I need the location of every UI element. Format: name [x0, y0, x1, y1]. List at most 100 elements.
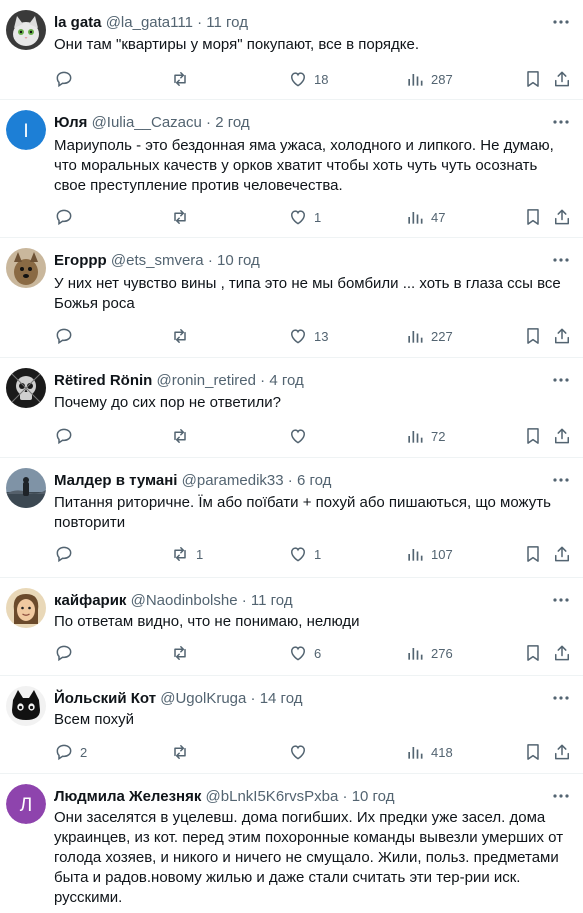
author-name[interactable]: Людмила Железняк — [54, 788, 201, 805]
bookmark-button[interactable] — [523, 205, 543, 229]
more-icon[interactable] — [551, 252, 571, 268]
share-icon — [552, 544, 572, 564]
author-name[interactable]: la gata — [54, 14, 102, 31]
author-handle[interactable]: @ronin_retired — [157, 372, 256, 389]
author-name[interactable]: Егорpp — [54, 252, 107, 269]
tweet-text: Питання риторичне. Їм або поїбати + поху… — [54, 494, 551, 531]
author-name[interactable]: Йольский Кот — [54, 690, 156, 707]
views-button[interactable]: 72 — [405, 424, 445, 448]
share-button[interactable] — [552, 641, 572, 665]
more-icon[interactable] — [551, 788, 571, 804]
reply-button[interactable] — [54, 641, 80, 665]
tweet[interactable]: Малдер в тумані @paramedik33 · 6 год Пита… — [0, 458, 583, 578]
like-button[interactable]: 18 — [288, 67, 328, 91]
tweet[interactable]: Л Людмила Железняк @bLnkI5K6rvsPxba · 10 … — [0, 774, 583, 913]
share-button[interactable] — [552, 424, 572, 448]
bookmark-button[interactable] — [523, 542, 543, 566]
tweet[interactable]: la gata @la_gata111 · 11 год Они там "ква… — [0, 0, 583, 100]
bookmark-button[interactable] — [523, 67, 543, 91]
avatar[interactable]: Л — [6, 784, 46, 824]
views-button[interactable]: 47 — [405, 205, 445, 229]
reply-button[interactable] — [54, 324, 80, 348]
avatar[interactable] — [6, 10, 46, 50]
avatar[interactable] — [6, 368, 46, 408]
tweet-actions: 1 1 107 — [0, 542, 583, 566]
tweet[interactable]: Егорpp @ets_smvera · 10 год У них нет чув… — [0, 238, 583, 358]
author-handle[interactable]: @Iulia__Cazacu — [92, 114, 202, 131]
more-icon[interactable] — [551, 592, 571, 608]
share-button[interactable] — [552, 324, 572, 348]
reply-button[interactable] — [54, 424, 80, 448]
views-button[interactable]: 418 — [405, 740, 453, 764]
like-button[interactable]: 13 — [288, 324, 328, 348]
retweet-button[interactable] — [170, 641, 196, 665]
author-name[interactable]: кайфарик — [54, 592, 126, 609]
retweet-button[interactable] — [170, 324, 196, 348]
share-button[interactable] — [552, 740, 572, 764]
more-icon[interactable] — [551, 690, 571, 706]
tweet-text: Мариуполь - это бездонная яма ужаса, хол… — [54, 137, 554, 194]
bookmark-button[interactable] — [523, 641, 543, 665]
like-button[interactable]: 1 — [288, 205, 321, 229]
reply-button[interactable] — [54, 542, 80, 566]
avatar[interactable] — [6, 686, 46, 726]
avatar[interactable] — [6, 588, 46, 628]
replies-feed: la gata @la_gata111 · 11 год Они там "ква… — [0, 0, 583, 913]
like-button[interactable]: 6 — [288, 641, 321, 665]
author-handle[interactable]: @ets_smvera — [111, 252, 204, 269]
separator-dot: · — [201, 114, 216, 131]
views-button[interactable]: 227 — [405, 324, 453, 348]
author-name[interactable]: Малдер в тумані — [54, 472, 177, 489]
retweet-button[interactable]: 1 — [170, 542, 203, 566]
timestamp[interactable]: 10 год — [352, 788, 395, 805]
tweet[interactable]: Rëtired Rönin @ronin_retired · 4 год Поче… — [0, 358, 583, 458]
like-button[interactable] — [288, 740, 314, 764]
retweet-button[interactable] — [170, 740, 196, 764]
tweet[interactable]: Йольский Кот @UgolKruga · 14 год Всем пох… — [0, 676, 583, 774]
avatar[interactable] — [6, 248, 46, 288]
like-button[interactable]: 1 — [288, 542, 321, 566]
author-name[interactable]: Rëtired Rönin — [54, 372, 152, 389]
retweet-button[interactable] — [170, 67, 196, 91]
views-button[interactable]: 276 — [405, 641, 453, 665]
tweet[interactable]: I Юля @Iulia__Cazacu · 2 год Мариуполь - э… — [0, 100, 583, 238]
retweet-button[interactable] — [170, 424, 196, 448]
reply-button[interactable] — [54, 205, 80, 229]
more-icon[interactable] — [551, 14, 571, 30]
retweet-button[interactable] — [170, 205, 196, 229]
share-button[interactable] — [552, 67, 572, 91]
like-icon — [288, 69, 308, 89]
bookmark-button[interactable] — [523, 424, 543, 448]
reply-button[interactable]: 2 — [54, 740, 87, 764]
author-name[interactable]: Юля — [54, 114, 87, 131]
avatar[interactable] — [6, 468, 46, 508]
more-icon[interactable] — [551, 114, 571, 130]
reply-button[interactable] — [54, 67, 80, 91]
timestamp[interactable]: 10 год — [217, 252, 260, 269]
timestamp[interactable]: 11 год — [206, 14, 248, 31]
more-icon[interactable] — [551, 472, 571, 488]
views-icon — [405, 207, 425, 227]
views-button[interactable]: 287 — [405, 67, 453, 91]
avatar[interactable]: I — [6, 110, 46, 150]
author-handle[interactable]: @paramedik33 — [182, 472, 284, 489]
more-icon[interactable] — [551, 372, 571, 388]
author-handle[interactable]: @la_gata111 — [106, 14, 193, 31]
timestamp[interactable]: 6 год — [297, 472, 331, 489]
bookmark-button[interactable] — [523, 324, 543, 348]
author-handle[interactable]: @Naodinbolshe — [131, 592, 238, 609]
like-button[interactable] — [288, 424, 314, 448]
timestamp[interactable]: 4 год — [269, 372, 303, 389]
timestamp[interactable]: 11 год — [251, 592, 293, 609]
bookmark-button[interactable] — [523, 740, 543, 764]
timestamp[interactable]: 2 год — [215, 114, 249, 131]
share-button[interactable] — [552, 542, 572, 566]
share-button[interactable] — [552, 205, 572, 229]
views-button[interactable]: 107 — [405, 542, 453, 566]
like-count: 1 — [314, 209, 322, 225]
tweet[interactable]: кайфарик @Naodinbolshe · 11 год По ответа… — [0, 578, 583, 676]
author-handle[interactable]: @UgolKruga — [160, 690, 246, 707]
timestamp[interactable]: 14 год — [260, 690, 303, 707]
author-handle[interactable]: @bLnkI5K6rvsPxba — [206, 788, 339, 805]
tweet-actions: 1 47 — [0, 205, 583, 229]
